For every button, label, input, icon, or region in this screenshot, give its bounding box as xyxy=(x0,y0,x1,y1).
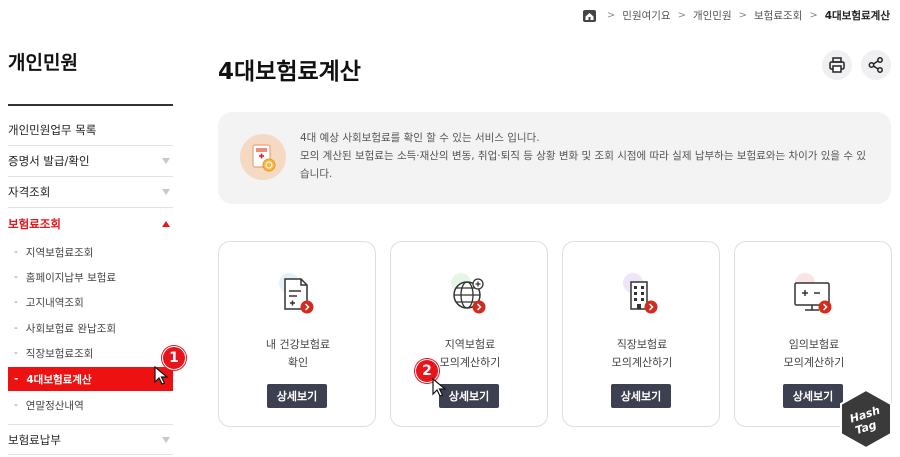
home-icon[interactable] xyxy=(582,9,596,22)
building-icon xyxy=(613,267,669,323)
monitor-calc-icon xyxy=(785,267,841,323)
info-line: 4대 예상 사회보험료를 확인 할 수 있는 서비스 입니다. xyxy=(300,132,540,144)
detail-button[interactable]: 상세보기 xyxy=(267,384,327,408)
chevron-up-icon xyxy=(162,220,170,227)
globe-plus-icon xyxy=(441,267,497,323)
page-title: 4대보험료계산 xyxy=(218,59,361,85)
chevron-down-icon xyxy=(162,436,170,443)
print-icon xyxy=(829,57,845,73)
card-label: 임의보험료 모의계산하기 xyxy=(783,338,845,369)
sidebar-item-certificate[interactable]: 증명서 발급/확인 xyxy=(8,146,173,177)
breadcrumb: > 민원여기요 > 개인민원 > 보험료조회 > 4대보험료계산 xyxy=(582,8,890,23)
sidebar-subitem-full-payment[interactable]: - 사회보험료 완납조회 xyxy=(8,318,173,338)
subitem-label: 지역보험료조회 xyxy=(25,246,94,259)
calculator-coin-icon xyxy=(240,134,286,180)
detail-button[interactable]: 상세보기 xyxy=(439,384,499,408)
share-button[interactable] xyxy=(861,50,891,80)
detail-button[interactable]: 상세보기 xyxy=(783,384,843,408)
info-text: 4대 예상 사회보험료를 확인 할 수 있는 서비스 입니다. 모의 계산된 보… xyxy=(300,129,875,183)
subitem-label: 4대보험료계산 xyxy=(26,373,92,386)
card-label: 직장보험료 모의계산하기 xyxy=(611,338,673,369)
subitem-label: 연말정산내역 xyxy=(25,399,84,412)
card-regional-premium[interactable]: 지역보험료 모의계산하기 상세보기 xyxy=(390,241,548,427)
sidebar-subitem-regional[interactable]: - 지역보험료조회 xyxy=(8,242,173,262)
sidebar-item-label: 자격조회 xyxy=(8,185,51,199)
chevron-down-icon xyxy=(162,189,170,195)
hashtag-watermark-logo: Hash Tag xyxy=(840,388,892,450)
card-workplace-premium[interactable]: 직장보험료 모의계산하기 상세보기 xyxy=(562,241,720,427)
breadcrumb-separator: > xyxy=(606,10,616,21)
sidebar-subitem-notice-history[interactable]: - 고지내역조회 xyxy=(8,292,173,312)
sidebar-subitem-4-insurance-calc[interactable]: -4대보험료계산 xyxy=(8,367,173,391)
subitem-label: 홈페이지납부 보험료 xyxy=(25,271,117,284)
sidebar-item-label: 보험료조회 xyxy=(8,216,61,231)
chevron-down-icon xyxy=(162,158,170,164)
sidebar-item-list[interactable]: 개인민원업무 목록 xyxy=(8,115,173,146)
sidebar-item-payment[interactable]: 보험료납부 xyxy=(8,424,173,455)
breadcrumb-item[interactable]: 개인민원 xyxy=(693,8,732,23)
sidebar-item-label: 증명서 발급/확인 xyxy=(8,154,90,168)
print-button[interactable] xyxy=(822,50,852,80)
sidebar-item-qualification[interactable]: 자격조회 xyxy=(8,177,173,208)
breadcrumb-item[interactable]: 민원여기요 xyxy=(622,8,670,23)
sidebar: 개인민원 개인민원업무 목록 증명서 발급/확인 자격조회 보험료조회 - 지역보… xyxy=(8,0,173,457)
sidebar-divider xyxy=(8,104,173,106)
sidebar-item-label: 보험료납부 xyxy=(8,432,61,447)
cursor-arrow-icon xyxy=(432,378,447,397)
breadcrumb-separator: > xyxy=(677,10,686,21)
subitem-label: 고지내역조회 xyxy=(25,296,84,309)
info-box: 4대 예상 사회보험료를 확인 할 수 있는 서비스 입니다. 모의 계산된 보… xyxy=(218,112,891,204)
sidebar-subitem-homepage-payment[interactable]: - 홈페이지납부 보험료 xyxy=(8,267,173,287)
info-line: 모의 계산된 보험료는 소득·재산의 변동, 취업·퇴직 등 상황 변화 및 조… xyxy=(300,150,867,180)
sidebar-subitem-workplace[interactable]: - 직장보험료조회 xyxy=(8,343,173,363)
detail-button[interactable]: 상세보기 xyxy=(611,384,671,408)
breadcrumb-current: 4대보험료계산 xyxy=(824,10,890,22)
sidebar-item-label: 개인민원업무 목록 xyxy=(8,123,97,137)
breadcrumb-separator: > xyxy=(738,10,748,21)
subitem-label: 직장보험료조회 xyxy=(25,347,94,360)
subitem-label: 사회보험료 완납조회 xyxy=(25,322,117,335)
breadcrumb-separator: > xyxy=(809,10,818,21)
cursor-arrow-icon xyxy=(154,366,169,385)
share-icon xyxy=(868,57,883,73)
breadcrumb-item[interactable]: 보험료조회 xyxy=(754,8,802,23)
card-my-health-premium[interactable]: 내 건강보험료 확인 상세보기 xyxy=(218,241,376,427)
sidebar-subitem-year-end[interactable]: - 연말정산내역 xyxy=(8,395,173,415)
card-label: 내 건강보험료 확인 xyxy=(265,338,331,369)
sidebar-item-premium-inquiry[interactable]: 보험료조회 xyxy=(8,208,173,239)
sidebar-title: 개인민원 xyxy=(8,52,78,74)
document-plus-icon xyxy=(269,267,325,323)
